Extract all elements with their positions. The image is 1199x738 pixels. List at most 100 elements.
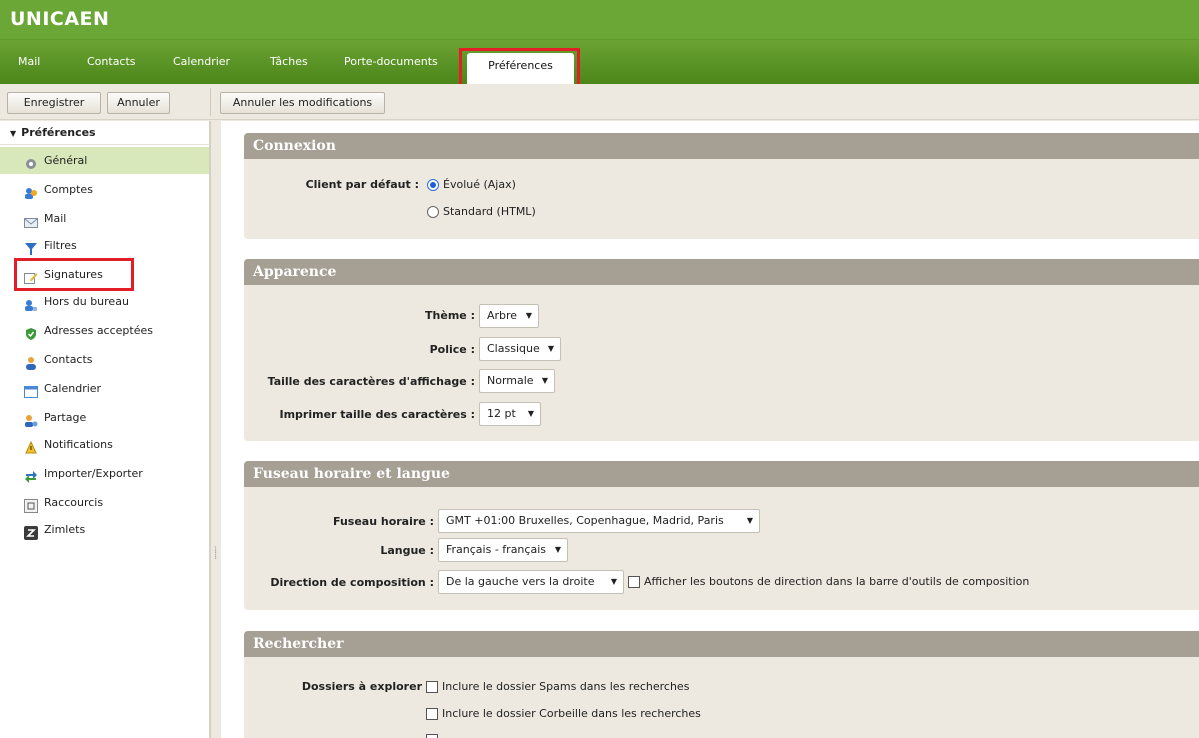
sidebar-item-comptes[interactable]: Comptes bbox=[0, 176, 209, 203]
show-direction-buttons-label[interactable]: Afficher les boutons de direction dans l… bbox=[644, 575, 1029, 588]
sidebar-item-signatures[interactable]: Signatures bbox=[0, 261, 209, 288]
preferences-content: Connexion Client par défaut : Évolué (Aj… bbox=[221, 121, 1199, 738]
splitter-grip-icon[interactable]: ⁞ ⁞ bbox=[214, 546, 217, 562]
tab-mail[interactable]: Mail bbox=[18, 52, 40, 72]
sidebar-item-label: Partage bbox=[44, 411, 87, 424]
include-spam-checkbox[interactable] bbox=[426, 681, 438, 693]
sidebar-item-label: Notifications bbox=[44, 438, 113, 451]
font-label: Police : bbox=[429, 343, 475, 356]
contact-person-icon bbox=[24, 353, 38, 370]
show-direction-buttons-checkbox[interactable] bbox=[628, 576, 640, 588]
app-header: UNICAEN bbox=[0, 0, 1199, 40]
out-of-office-icon bbox=[24, 295, 38, 311]
cancel-button[interactable]: Annuler bbox=[107, 92, 170, 114]
sidebar-item-label: Comptes bbox=[44, 183, 93, 196]
print-size-label: Imprimer taille des caractères : bbox=[279, 408, 476, 421]
sidebar-item-label: Zimlets bbox=[44, 523, 86, 536]
envelope-icon bbox=[24, 212, 38, 228]
sidebar-item-general[interactable]: Général bbox=[0, 147, 209, 174]
sidebar-item-contacts[interactable]: Contacts bbox=[0, 346, 209, 373]
tab-porte-documents[interactable]: Porte-documents bbox=[344, 52, 438, 72]
chevron-down-icon: ▼ bbox=[746, 516, 753, 525]
search-option-checkbox-cut[interactable] bbox=[426, 734, 438, 738]
section-rechercher: Rechercher Dossiers à explorer Inclure l… bbox=[244, 631, 1199, 738]
tab-preferences[interactable]: Préférences bbox=[467, 53, 574, 84]
sidebar-header[interactable]: ▼ Préférences bbox=[0, 121, 210, 145]
include-trash-checkbox[interactable] bbox=[426, 708, 438, 720]
sidebar-item-calendrier[interactable]: Calendrier bbox=[0, 375, 209, 402]
sidebar-item-mail[interactable]: Mail bbox=[0, 205, 209, 232]
direction-value: De la gauche vers la droite bbox=[446, 575, 595, 588]
search-folders-label: Dossiers à explorer bbox=[301, 680, 422, 693]
language-value: Français - français bbox=[446, 543, 546, 556]
radio-standard-client[interactable] bbox=[427, 206, 439, 218]
keyboard-shortcut-icon bbox=[24, 496, 38, 513]
accounts-icon bbox=[24, 183, 38, 199]
sidebar-item-label: Importer/Exporter bbox=[44, 467, 143, 480]
font-select[interactable]: Classique ▼ bbox=[479, 337, 561, 361]
bell-icon bbox=[24, 438, 38, 454]
sidebar-item-partage[interactable]: Partage bbox=[0, 404, 209, 431]
save-button[interactable]: Enregistrer bbox=[7, 92, 101, 114]
unicaen-logo: UNICAEN bbox=[10, 8, 110, 30]
sidebar-item-notifications[interactable]: Notifications bbox=[0, 431, 209, 458]
sidebar-item-label: Général bbox=[44, 154, 88, 167]
chevron-down-icon: ▼ bbox=[610, 577, 617, 586]
section-title-rechercher: Rechercher bbox=[244, 631, 1199, 657]
font-value: Classique bbox=[487, 342, 540, 355]
undo-changes-button[interactable]: Annuler les modifications bbox=[220, 92, 385, 114]
sidebar-splitter[interactable] bbox=[210, 121, 220, 738]
include-trash-label[interactable]: Inclure le dossier Corbeille dans les re… bbox=[442, 707, 701, 720]
sidebar-item-importer-exporter[interactable]: Importer/Exporter bbox=[0, 460, 209, 487]
timezone-select[interactable]: GMT +01:00 Bruxelles, Copenhague, Madrid… bbox=[438, 509, 760, 533]
theme-value: Arbre bbox=[487, 309, 518, 322]
section-title-apparence: Apparence bbox=[244, 259, 1199, 285]
language-label: Langue : bbox=[380, 544, 434, 557]
section-title-fuseau: Fuseau horaire et langue bbox=[244, 461, 1199, 487]
sharing-icon bbox=[24, 411, 38, 427]
sidebar-item-zimlets[interactable]: Zimlets bbox=[0, 516, 209, 543]
display-size-label: Taille des caractères d'affichage : bbox=[267, 375, 475, 388]
sidebar-item-label: Adresses acceptées bbox=[44, 324, 153, 337]
theme-label: Thème : bbox=[425, 309, 475, 322]
display-size-value: Normale bbox=[487, 374, 534, 387]
preferences-sidebar: ▼ Préférences Général Comptes Mail Filtre… bbox=[0, 121, 210, 738]
section-apparence: Apparence Thème : Arbre ▼ Police : Classi… bbox=[244, 259, 1199, 441]
include-spam-label[interactable]: Inclure le dossier Spams dans les recher… bbox=[442, 680, 689, 693]
direction-label: Direction de composition : bbox=[270, 576, 434, 589]
chevron-down-icon: ▼ bbox=[525, 311, 532, 320]
calendar-icon bbox=[24, 382, 38, 398]
chevron-down-icon: ▼ bbox=[547, 344, 554, 353]
toolbar bbox=[0, 84, 1199, 120]
sidebar-header-label: Préférences bbox=[21, 126, 96, 139]
section-title-connexion: Connexion bbox=[244, 133, 1199, 159]
sidebar-item-label: Hors du bureau bbox=[44, 295, 129, 308]
sidebar-item-filtres[interactable]: Filtres bbox=[0, 232, 209, 259]
sidebar-item-label: Mail bbox=[44, 212, 67, 225]
chevron-down-icon: ▼ bbox=[541, 376, 548, 385]
default-client-label: Client par défaut : bbox=[305, 178, 419, 191]
import-export-icon bbox=[24, 467, 38, 483]
tab-contacts[interactable]: Contacts bbox=[87, 52, 136, 72]
tab-taches[interactable]: Tâches bbox=[270, 52, 308, 72]
print-size-select[interactable]: 12 pt ▼ bbox=[479, 402, 541, 426]
sidebar-item-label: Signatures bbox=[44, 268, 103, 281]
radio-advanced-client[interactable] bbox=[427, 179, 439, 191]
sidebar-item-hors-du-bureau[interactable]: Hors du bureau bbox=[0, 288, 209, 315]
filter-icon bbox=[24, 239, 38, 255]
theme-select[interactable]: Arbre ▼ bbox=[479, 304, 539, 328]
language-select[interactable]: Français - français ▼ bbox=[438, 538, 568, 562]
direction-select[interactable]: De la gauche vers la droite ▼ bbox=[438, 570, 624, 594]
timezone-label: Fuseau horaire : bbox=[332, 515, 434, 528]
sidebar-item-label: Calendrier bbox=[44, 382, 102, 395]
tab-calendrier[interactable]: Calendrier bbox=[173, 52, 230, 72]
radio-advanced-label[interactable]: Évolué (Ajax) bbox=[443, 178, 516, 191]
sidebar-item-adresses-acceptees[interactable]: Adresses acceptées bbox=[0, 317, 209, 344]
print-size-value: 12 pt bbox=[487, 407, 516, 420]
radio-standard-label[interactable]: Standard (HTML) bbox=[443, 205, 536, 218]
display-size-select[interactable]: Normale ▼ bbox=[479, 369, 555, 393]
sidebar-item-raccourcis[interactable]: Raccourcis bbox=[0, 489, 209, 516]
sidebar-item-label: Filtres bbox=[44, 239, 77, 252]
collapse-caret-icon[interactable]: ▼ bbox=[10, 122, 16, 146]
section-fuseau-langue: Fuseau horaire et langue Fuseau horaire … bbox=[244, 461, 1199, 610]
